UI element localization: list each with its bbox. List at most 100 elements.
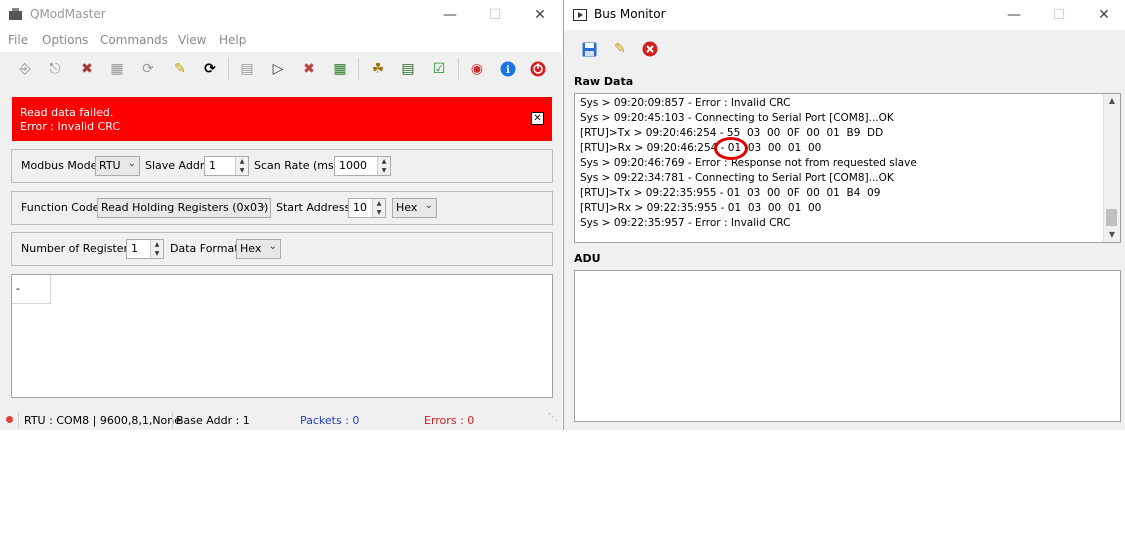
modbus-mode-group: Modbus Mode RTU ⌄ Slave Addr 1 ▲ ▼ Scan R… bbox=[11, 149, 553, 183]
num-registers-spinbox[interactable]: 1 ▲ ▼ bbox=[126, 239, 164, 259]
spin-up-icon[interactable]: ▲ bbox=[151, 240, 163, 249]
settings-icon[interactable]: ☘ bbox=[368, 59, 388, 79]
log-line: Sys > 09:20:09:857 - Error : Invalid CRC bbox=[580, 97, 791, 109]
modbus-mode-label: Modbus Mode bbox=[21, 159, 98, 172]
spin-down-icon[interactable]: ▼ bbox=[236, 166, 248, 175]
chevron-down-icon: ⌄ bbox=[424, 200, 433, 211]
modbus-mode-value: RTU bbox=[99, 159, 121, 172]
log-line: [RTU]>Rx > 09:20:46:254 - 01 03 00 01 00 bbox=[580, 142, 822, 154]
data-format-label: Data Format bbox=[170, 242, 239, 255]
bm-toolbar: ✎ bbox=[564, 34, 1125, 64]
status-errors: Errors : 0 bbox=[424, 414, 475, 427]
size-grip-icon[interactable]: ⋱ bbox=[548, 412, 558, 423]
qmm-titlebar: QModMaster — ☐ ✕ bbox=[0, 0, 562, 30]
reset-icon[interactable]: ⟳ bbox=[200, 59, 220, 79]
connect-icon[interactable]: ⎆ bbox=[15, 59, 35, 79]
raw-data-list[interactable]: Sys > 09:20:09:857 - Error : Invalid CRC… bbox=[574, 93, 1121, 243]
slave-addr-spinbox[interactable]: 1 ▲ ▼ bbox=[204, 156, 249, 176]
highlight-circle bbox=[714, 137, 748, 160]
scroll-up-icon[interactable]: ▲ bbox=[1104, 94, 1120, 108]
bus-monitor-icon[interactable]: ▷ bbox=[268, 59, 288, 79]
status-divider bbox=[172, 412, 173, 428]
function-code-select[interactable]: Read Holding Registers (0x03) ⌄ bbox=[97, 198, 271, 218]
checklist-icon[interactable]: ☑ bbox=[429, 59, 449, 79]
save-icon[interactable] bbox=[579, 39, 599, 59]
log-line: [RTU]>Rx > 09:22:35:955 - 01 03 00 01 00 bbox=[580, 202, 822, 214]
toolbar-separator bbox=[458, 58, 459, 80]
maximize-button[interactable]: ☐ bbox=[1039, 2, 1079, 28]
exit-icon[interactable] bbox=[640, 39, 660, 59]
network-icon[interactable]: ▤ bbox=[398, 59, 418, 79]
scroll-thumb[interactable] bbox=[1106, 209, 1117, 226]
log-line: Sys > 09:20:46:769 - Error : Response no… bbox=[580, 157, 917, 169]
clear-icon[interactable]: ✎ bbox=[610, 39, 630, 59]
toolbar-separator bbox=[228, 58, 229, 80]
clear-icon[interactable]: ✎ bbox=[170, 59, 190, 79]
slave-addr-label: Slave Addr bbox=[145, 159, 205, 172]
start-address-format-select[interactable]: Hex ⌄ bbox=[392, 198, 437, 218]
error-banner: Read data failed. Error : Invalid CRC ✕ bbox=[12, 97, 552, 141]
adu-text-area[interactable] bbox=[574, 270, 1121, 422]
start-address-value: 10 bbox=[353, 201, 367, 214]
window-title: QModMaster bbox=[30, 7, 106, 21]
exit-icon[interactable] bbox=[528, 59, 548, 79]
spin-up-icon[interactable]: ▲ bbox=[236, 157, 248, 166]
log-line: Sys > 09:22:35:957 - Error : Invalid CRC bbox=[580, 217, 791, 229]
read-write-icon[interactable]: ▦ bbox=[107, 59, 127, 79]
scroll-down-icon[interactable]: ▼ bbox=[1104, 228, 1120, 242]
modbus-mode-select[interactable]: RTU ⌄ bbox=[95, 156, 140, 176]
log-line: Sys > 09:20:45:103 - Connecting to Seria… bbox=[580, 112, 894, 124]
disconnect-icon[interactable]: ⎋ bbox=[45, 59, 65, 79]
start-address-label: Start Address bbox=[276, 201, 351, 214]
function-code-value: Read Holding Registers (0x03) bbox=[101, 201, 269, 214]
svg-text:i: i bbox=[506, 65, 510, 76]
error-message-title: Read data failed. bbox=[20, 106, 114, 119]
window-title: Bus Monitor bbox=[594, 7, 666, 21]
status-divider bbox=[18, 412, 19, 428]
scan-rate-label: Scan Rate (ms) bbox=[254, 159, 338, 172]
toolbar: ⎆ ⎋ ✖ ▦ ⟳ ✎ ⟳ ▤ ▷ ✖ ▦ ☘ ▤ ☑ ◉ i bbox=[0, 54, 562, 84]
raw-data-label: Raw Data bbox=[574, 75, 634, 88]
scan-rate-spinbox[interactable]: 1000 ▲ ▼ bbox=[334, 156, 391, 176]
status-base-addr: Base Addr : 1 bbox=[176, 414, 250, 427]
close-button[interactable]: ✕ bbox=[1084, 2, 1124, 28]
spin-down-icon[interactable]: ▼ bbox=[151, 249, 163, 258]
minimize-button[interactable]: — bbox=[994, 2, 1034, 28]
monitor-icon bbox=[573, 9, 587, 21]
spin-up-icon[interactable]: ▲ bbox=[378, 157, 390, 166]
adu-label: ADU bbox=[574, 252, 601, 265]
registers-table-icon[interactable]: ▦ bbox=[330, 59, 350, 79]
close-icon[interactable]: ✕ bbox=[531, 112, 544, 125]
close-button[interactable]: ✕ bbox=[520, 2, 560, 28]
app-icon bbox=[9, 8, 22, 20]
chevron-down-icon: ⌄ bbox=[268, 241, 277, 252]
menu-commands[interactable]: Commands bbox=[100, 33, 168, 47]
start-address-spinbox[interactable]: 10 ▲ ▼ bbox=[348, 198, 386, 218]
info-icon[interactable]: i bbox=[498, 59, 518, 79]
connection-status-led-icon bbox=[6, 416, 13, 423]
status-bar: RTU : COM8 | 9600,8,1,None Base Addr : 1… bbox=[0, 408, 562, 430]
serial-port-icon[interactable]: ✖ bbox=[77, 59, 97, 79]
spin-up-icon[interactable]: ▲ bbox=[373, 199, 385, 208]
data-format-select[interactable]: Hex ⌄ bbox=[236, 239, 281, 259]
spin-down-icon[interactable]: ▼ bbox=[373, 208, 385, 217]
spin-down-icon[interactable]: ▼ bbox=[378, 166, 390, 175]
help-lifebuoy-icon[interactable]: ◉ bbox=[467, 59, 487, 79]
tools-icon[interactable]: ✖ bbox=[299, 59, 319, 79]
qmodmaster-window: QModMaster — ☐ ✕ File Options Commands V… bbox=[0, 0, 562, 430]
scan-icon[interactable]: ⟳ bbox=[138, 59, 158, 79]
table-cell[interactable]: - bbox=[12, 275, 51, 304]
maximize-button[interactable]: ☐ bbox=[475, 2, 515, 28]
menu-file[interactable]: File bbox=[8, 33, 28, 47]
menu-view[interactable]: View bbox=[178, 33, 206, 47]
log-icon[interactable]: ▤ bbox=[237, 59, 257, 79]
error-message-detail: Error : Invalid CRC bbox=[20, 120, 121, 133]
log-line: [RTU]>Tx > 09:22:35:955 - 01 03 00 0F 00… bbox=[580, 187, 881, 199]
vertical-scrollbar[interactable]: ▲ ▼ bbox=[1103, 94, 1120, 242]
toolbar-separator bbox=[358, 58, 359, 80]
menu-help[interactable]: Help bbox=[219, 33, 246, 47]
minimize-button[interactable]: — bbox=[430, 2, 470, 28]
slave-addr-value: 1 bbox=[209, 159, 216, 172]
menu-options[interactable]: Options bbox=[42, 33, 88, 47]
registers-table[interactable]: - bbox=[11, 274, 553, 398]
